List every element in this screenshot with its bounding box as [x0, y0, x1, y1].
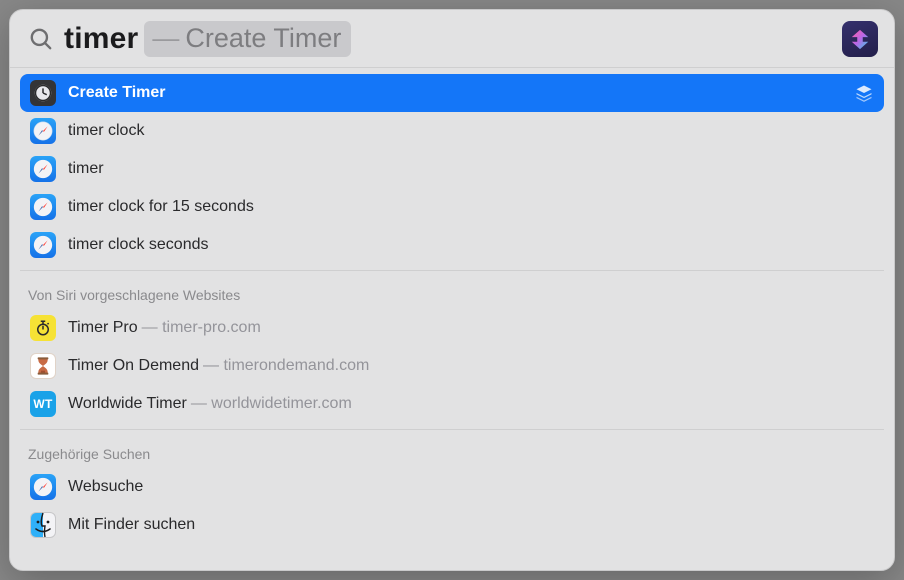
- dash-glyph: —: [152, 23, 179, 54]
- search-bar: timer — Create Timer: [10, 10, 894, 68]
- result-title: Worldwide Timer: [68, 395, 187, 413]
- shortcuts-app-icon: [842, 21, 878, 57]
- result-worldwide-timer[interactable]: WT Worldwide Timer — worldwidetimer.com: [20, 385, 884, 423]
- result-title: Timer On Demend: [68, 357, 199, 375]
- search-query-text: timer: [64, 22, 138, 56]
- hourglass-icon: [30, 353, 56, 379]
- result-timer-clock-15s[interactable]: timer clock for 15 seconds: [20, 188, 884, 226]
- result-title: timer clock: [68, 122, 144, 140]
- result-title: Timer Pro: [68, 319, 138, 337]
- search-input[interactable]: timer — Create Timer: [64, 10, 834, 67]
- spotlight-window: timer — Create Timer: [9, 9, 895, 571]
- stopwatch-icon: [30, 315, 56, 341]
- wt-icon: WT: [30, 391, 56, 417]
- safari-icon: [30, 232, 56, 258]
- result-title: timer clock seconds: [68, 236, 209, 254]
- result-sub: — timerondemand.com: [203, 357, 369, 375]
- search-icon: [28, 26, 54, 52]
- result-timer-clock[interactable]: timer clock: [20, 112, 884, 150]
- safari-icon: [30, 156, 56, 182]
- result-title: Create Timer: [68, 84, 166, 102]
- search-suggestion-chip[interactable]: — Create Timer: [144, 21, 351, 57]
- divider: [20, 270, 884, 271]
- finder-icon: [30, 512, 56, 538]
- result-timer-clock-seconds[interactable]: timer clock seconds: [20, 226, 884, 264]
- result-finder-search[interactable]: Mit Finder suchen: [20, 506, 884, 544]
- search-suggestion-label: Create Timer: [185, 23, 341, 54]
- result-timer-on-demend[interactable]: Timer On Demend — timerondemand.com: [20, 347, 884, 385]
- result-title: Websuche: [68, 478, 143, 496]
- result-title: Mit Finder suchen: [68, 516, 195, 534]
- result-create-timer[interactable]: Create Timer: [20, 74, 884, 112]
- result-title: timer: [68, 160, 104, 178]
- safari-icon: [30, 474, 56, 500]
- result-sub: — worldwidetimer.com: [191, 395, 352, 413]
- result-timer[interactable]: timer: [20, 150, 884, 188]
- result-timer-pro[interactable]: Timer Pro — timer-pro.com: [20, 309, 884, 347]
- safari-icon: [30, 194, 56, 220]
- safari-icon: [30, 118, 56, 144]
- clock-icon: [30, 80, 56, 106]
- results-list: Create Timer timer clock: [10, 68, 894, 570]
- stack-icon: [854, 83, 874, 103]
- section-header-siri: Von Siri vorgeschlagene Websites: [20, 277, 884, 309]
- result-title: timer clock for 15 seconds: [68, 198, 254, 216]
- result-websuche[interactable]: Websuche: [20, 468, 884, 506]
- result-sub: — timer-pro.com: [142, 319, 261, 337]
- section-header-related: Zugehörige Suchen: [20, 436, 884, 468]
- divider: [20, 429, 884, 430]
